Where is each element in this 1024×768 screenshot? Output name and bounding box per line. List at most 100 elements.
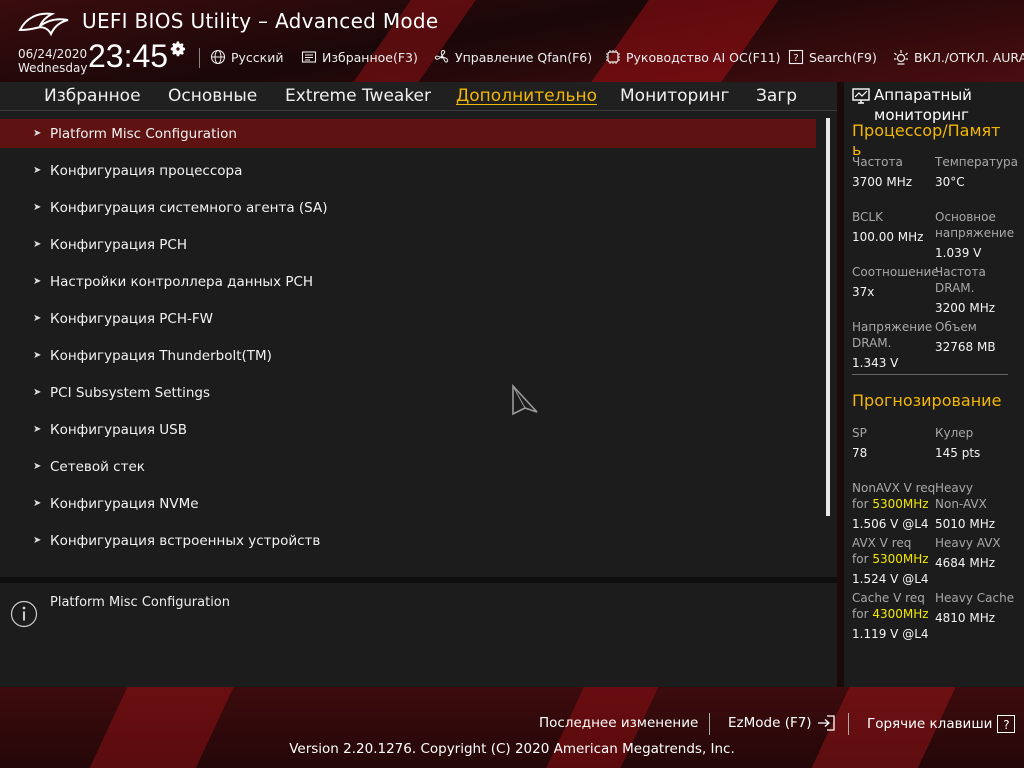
avx-value: 1.524 V @L4: [852, 572, 929, 586]
bios-title: UEFI BIOS Utility – Advanced Mode: [82, 9, 439, 33]
menu-item-label: Конфигурация NVMe: [50, 495, 199, 512]
menu-item-pci-subsystem[interactable]: ➤ PCI Subsystem Settings: [0, 378, 816, 407]
menu-item-label: Конфигурация PCH-FW: [50, 310, 213, 327]
freq-value: 3700 MHz: [852, 175, 913, 189]
arrow-right-icon: ➤: [33, 165, 42, 176]
nonavx-label-line2: for 5300MHz: [852, 496, 935, 512]
menu-item-pch-config[interactable]: ➤ Конфигурация PCH: [0, 230, 816, 259]
bclk-label: BCLK: [852, 210, 883, 224]
info-icon: [10, 600, 38, 628]
arrow-right-icon: ➤: [33, 202, 42, 213]
globe-icon: [210, 49, 226, 65]
last-change-button[interactable]: Последнее изменение: [539, 715, 698, 731]
arrow-right-icon: ➤: [33, 239, 42, 250]
heavy-avx-label: Heavy AVX: [935, 536, 1001, 550]
arrow-right-icon: ➤: [33, 350, 42, 361]
tab-favorites[interactable]: Избранное: [44, 86, 141, 106]
core-voltage-label-line2: напряжение: [935, 226, 1015, 240]
header-separator: [199, 48, 200, 68]
date-display: 06/24/2020 Wednesday: [18, 47, 87, 75]
avx-label: AVX V req for 5300MHz: [852, 535, 929, 567]
dram-freq-label-line1: Частота: [935, 265, 986, 279]
menu-item-label: Конфигурация USB: [50, 421, 187, 438]
hotkeys-label: Горячие клавиши: [867, 716, 993, 732]
capacity-value: 32768 MB: [935, 340, 996, 354]
avx-for-text: for: [852, 552, 873, 566]
cache-label: Cache V req for 4300MHz: [852, 590, 929, 622]
menu-item-cpu-config[interactable]: ➤ Конфигурация процессора: [0, 156, 816, 185]
aura-label: ВКЛ./ОТКЛ. AURA(: [914, 49, 1024, 65]
heavy-nonavx-label-line2: Non-AVX: [935, 497, 987, 511]
help-key-icon: ?: [997, 715, 1016, 733]
mouse-cursor-icon: [512, 384, 538, 416]
menu-item-nvme-config[interactable]: ➤ Конфигурация NVMe: [0, 489, 816, 518]
favorites-button[interactable]: Избранное(F3): [301, 48, 418, 66]
tab-boot[interactable]: Загр: [756, 86, 797, 106]
avx-freq: 5300MHz: [872, 552, 929, 566]
core-voltage-label: Основное напряжение: [935, 209, 1014, 241]
menu-item-thunderbolt[interactable]: ➤ Конфигурация Thunderbolt(TM): [0, 341, 816, 370]
search-label: Search(F9): [809, 49, 877, 65]
nonavx-label: NonAVX V req for 5300MHz: [852, 480, 935, 512]
menu-item-usb-config[interactable]: ➤ Конфигурация USB: [0, 415, 816, 444]
footer-separator: [848, 713, 849, 735]
tab-monitor[interactable]: Мониторинг: [620, 86, 729, 106]
ai-oc-button[interactable]: Руководство AI OC(F11): [605, 48, 781, 66]
menu-item-label: PCI Subsystem Settings: [50, 384, 211, 401]
ai-chip-icon: [606, 50, 620, 64]
tab-advanced[interactable]: Дополнительно: [456, 86, 597, 106]
fan-icon: [434, 49, 449, 63]
menu-scrollbar[interactable]: [826, 118, 830, 516]
menu-item-onboard-devices[interactable]: ➤ Конфигурация встроенных устройств: [0, 526, 816, 555]
hw-title-line1: Аппаратный: [874, 86, 972, 104]
avx-label-line1: AVX V req: [852, 536, 912, 550]
search-help-icon: ?: [788, 49, 804, 65]
cpu-mem-title-line1: Процессор/Памят: [852, 121, 1001, 140]
nonavx-value: 1.506 V @L4: [852, 517, 929, 531]
hotkeys-button[interactable]: Горячие клавиши ?: [867, 715, 1016, 733]
cooler-value: 145 pts: [935, 446, 981, 460]
arrow-right-icon: ➤: [33, 128, 42, 139]
sp-value: 78: [852, 446, 868, 460]
avx-label-line2: for 5300MHz: [852, 551, 929, 567]
heavy-nonavx-label: Heavy Non-AVX: [935, 480, 987, 512]
tab-main[interactable]: Основные: [168, 86, 257, 106]
tab-extreme-tweaker[interactable]: Extreme Tweaker: [285, 86, 431, 106]
exit-icon: [817, 715, 835, 731]
aura-button[interactable]: ВКЛ./ОТКЛ. AURA(: [893, 48, 1024, 66]
menu-item-platform-misc[interactable]: ➤ Platform Misc Configuration: [0, 119, 816, 148]
arrow-right-icon: ➤: [33, 313, 42, 324]
nonavx-label-line1: NonAVX V req: [852, 481, 936, 495]
aura-light-icon: [894, 50, 908, 65]
svg-text:?: ?: [793, 53, 798, 64]
arrow-right-icon: ➤: [33, 535, 42, 546]
temp-value: 30°C: [935, 175, 965, 189]
gear-icon[interactable]: [169, 40, 187, 58]
help-box: Platform Misc Configuration: [0, 583, 837, 687]
heavy-nonavx-label-line1: Heavy: [935, 481, 973, 495]
dram-freq-label: Частота DRAM.: [935, 264, 986, 296]
hw-monitor-title: Аппаратный мониторинг: [852, 85, 972, 125]
menu-item-network-stack[interactable]: ➤ Сетевой стек: [0, 452, 816, 481]
menu-item-label: Конфигурация системного агента (SA): [50, 199, 328, 216]
arrow-right-icon: ➤: [33, 387, 42, 398]
qfan-label: Управление Qfan(F6): [455, 49, 593, 65]
qfan-button[interactable]: Управление Qfan(F6): [434, 48, 592, 66]
dram-voltage-label-line2: DRAM.: [852, 336, 892, 350]
cache-label-line1: Cache V req: [852, 591, 925, 605]
ratio-value: 37x: [852, 285, 875, 299]
footer-bar: Последнее изменение EzMode (F7) Горячие …: [0, 687, 1024, 768]
clock: 23:45: [88, 38, 169, 74]
dram-voltage-value: 1.343 V: [852, 356, 899, 370]
menu-item-pch-storage[interactable]: ➤ Настройки контроллера данных PCH: [0, 267, 816, 296]
menu-item-system-agent[interactable]: ➤ Конфигурация системного агента (SA): [0, 193, 816, 222]
ezmode-button[interactable]: EzMode (F7): [728, 715, 835, 731]
cooler-label: Кулер: [935, 426, 974, 440]
language-button[interactable]: Русский: [210, 48, 283, 66]
menu-item-pch-fw[interactable]: ➤ Конфигурация PCH-FW: [0, 304, 816, 333]
core-voltage-label-line1: Основное: [935, 210, 996, 224]
cache-label-line2: for 4300MHz: [852, 606, 929, 622]
search-button[interactable]: ? Search(F9): [788, 48, 877, 66]
dram-voltage-label-line1: Напряжение: [852, 320, 933, 334]
heavy-cache-label: Heavy Cache: [935, 591, 1015, 605]
